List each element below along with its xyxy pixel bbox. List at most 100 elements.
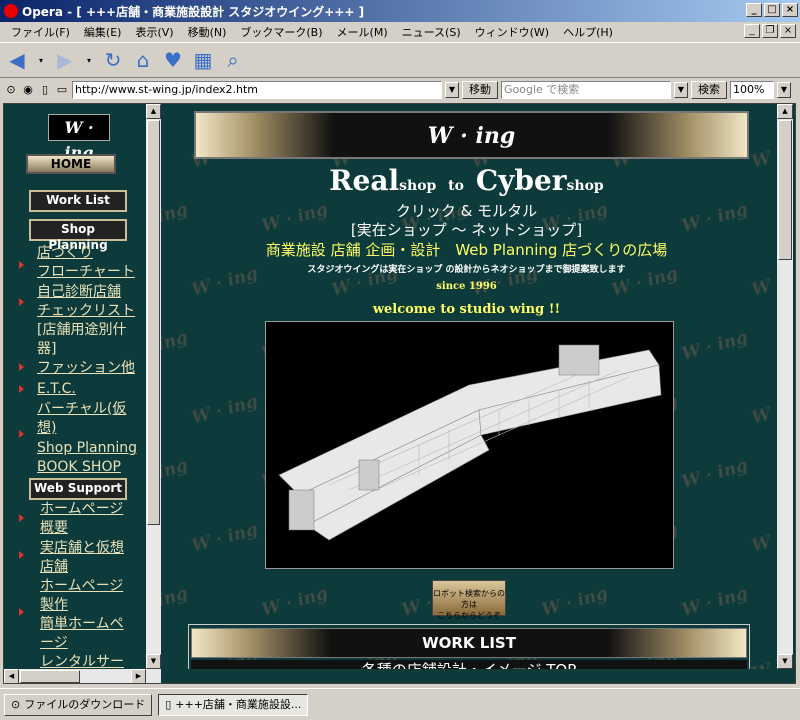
- watermark-logo: W · ing: [539, 583, 610, 621]
- menu-view[interactable]: 表示(V): [128, 24, 180, 40]
- page-tab[interactable]: ▯ +++店舗・商業施設設...: [158, 693, 309, 716]
- watermark-logo: W · ing: [749, 392, 772, 429]
- watermark-logo: W · ing: [189, 391, 260, 429]
- page-viewport: W · ing HOME Work List Shop Planning 店づく…: [3, 103, 796, 684]
- bullet-icon: [19, 514, 24, 522]
- menu-help[interactable]: ヘルプ(H): [556, 24, 620, 40]
- home-button[interactable]: HOME: [26, 154, 116, 174]
- since-text: since 1996: [436, 281, 497, 292]
- scroll-thumb[interactable]: [778, 120, 792, 260]
- watermark-logo: W · ing: [189, 519, 260, 557]
- search-icon[interactable]: ⌕: [222, 48, 244, 72]
- menu-window[interactable]: ウィンドウ(W): [468, 24, 556, 40]
- bullet-icon: [19, 363, 24, 371]
- sidebar-scrollbar[interactable]: ▲ ▼: [146, 104, 161, 669]
- zoom-select[interactable]: 100%: [730, 81, 774, 99]
- menu-news[interactable]: ニュース(S): [395, 24, 468, 40]
- sidebar-link-etc[interactable]: E.T.C.: [37, 380, 145, 399]
- worklist-section: WORK LIST 各種の店舗設計・イメージ TOP: [188, 624, 750, 669]
- sidebar-link-virtual[interactable]: バーチャル(仮 想): [37, 400, 145, 438]
- worklist-banner: WORK LIST: [191, 628, 747, 658]
- hscroll-thumb[interactable]: [20, 670, 80, 683]
- window-titlebar: Opera - [ +++店舗・商業施設設計 スタジオウイング+++ ] _ □…: [0, 0, 800, 22]
- header-logo: W · ing: [427, 123, 516, 149]
- printer-icon[interactable]: ▭: [55, 83, 69, 97]
- sidebar-link-fashion[interactable]: ファッション他: [37, 359, 145, 378]
- search-dropdown-icon[interactable]: ▼: [674, 82, 688, 98]
- security-icon[interactable]: ⊙: [4, 83, 18, 97]
- bullet-icon: [19, 551, 24, 559]
- address-bar: ⊙ ◉ ▯ ▭ http://www.st-wing.jp/index2.htm…: [0, 79, 800, 101]
- bullet-icon: [19, 298, 24, 306]
- scroll-right-icon[interactable]: ▶: [131, 669, 146, 683]
- watermark-logo: W · ing: [161, 583, 190, 621]
- tagline-real-net: [実在ショップ ～ ネットショップ]: [350, 221, 583, 239]
- web-support-button[interactable]: Web Support: [29, 478, 127, 500]
- minimize-button[interactable]: _: [746, 3, 762, 17]
- watermark-logo: W · ing: [259, 583, 330, 621]
- bullet-icon: [19, 430, 24, 438]
- watermark-logo: W · ing: [161, 327, 190, 365]
- sidebar-link-hp-production[interactable]: 実店舗と仮想 店舗 ホームページ 製作: [40, 539, 146, 615]
- sidebar-link-flowchart[interactable]: 店づくり フローチャート: [37, 244, 145, 282]
- maximize-button[interactable]: □: [764, 3, 780, 17]
- scroll-down-icon[interactable]: ▼: [777, 654, 793, 669]
- isometric-shop-drawing: [278, 344, 662, 541]
- hotlist-icon[interactable]: ♥: [162, 48, 184, 72]
- forward-dropdown-icon[interactable]: ▾: [84, 56, 94, 65]
- download-icon: ⊙: [11, 697, 21, 711]
- scroll-thumb[interactable]: [147, 120, 160, 525]
- url-dropdown-icon[interactable]: ▼: [445, 82, 459, 98]
- menu-file[interactable]: ファイル(F): [4, 24, 77, 40]
- main-frame: W · ing W · ing W · ing W · ing W · ing W · i…: [161, 104, 772, 669]
- go-button[interactable]: 移動: [462, 81, 498, 99]
- menu-navigate[interactable]: 移動(N): [181, 24, 234, 40]
- watermark-logo: W · ing: [749, 520, 772, 557]
- mdi-close-button[interactable]: ×: [780, 24, 796, 38]
- close-button[interactable]: ×: [782, 3, 798, 17]
- zoom-dropdown-icon[interactable]: ▼: [777, 82, 791, 98]
- scroll-up-icon[interactable]: ▲: [777, 104, 793, 119]
- home-icon[interactable]: ⌂: [132, 48, 154, 72]
- mdi-restore-button[interactable]: ❐: [762, 24, 778, 38]
- navigation-toolbar: ◀ ▾ ▶ ▾ ↻ ⌂ ♥ ▦ ⌕: [0, 42, 800, 78]
- main-scrollbar[interactable]: ▲ ▼: [777, 104, 793, 669]
- menu-mail[interactable]: メール(M): [330, 24, 395, 40]
- camera-icon[interactable]: ◉: [21, 83, 35, 97]
- status-bar: ⊙ ファイルのダウンロード ▯ +++店舗・商業施設設...: [0, 688, 800, 720]
- scroll-down-icon[interactable]: ▼: [146, 654, 161, 669]
- scroll-up-icon[interactable]: ▲: [146, 104, 161, 119]
- download-tab[interactable]: ⊙ ファイルのダウンロード: [4, 693, 153, 716]
- page-icon[interactable]: ▯: [38, 83, 52, 97]
- sidebar-link-checklist[interactable]: 自己診断店舗 チェックリスト: [37, 283, 145, 321]
- print-icon[interactable]: ▦: [192, 48, 214, 72]
- mdi-minimize-button[interactable]: _: [744, 24, 760, 38]
- sidebar-link-bookshop[interactable]: Shop Planning BOOK SHOP: [37, 439, 145, 477]
- scroll-left-icon[interactable]: ◀: [4, 669, 19, 683]
- url-input[interactable]: http://www.st-wing.jp/index2.htm: [72, 81, 442, 99]
- robot-search-button[interactable]: ロボット検索からの方は こちらからどうぞ: [432, 580, 506, 620]
- shop-planning-button[interactable]: Shop Planning: [29, 219, 127, 252]
- tagline-real-cyber: Realshop to Cybershop: [329, 164, 604, 197]
- worklist-top-link[interactable]: 各種の店舗設計・イメージ TOP: [191, 660, 747, 669]
- worklist-title: WORK LIST: [422, 634, 516, 652]
- menu-edit[interactable]: 編集(E): [77, 24, 129, 40]
- side-logo[interactable]: W · ing: [48, 114, 110, 162]
- menu-bookmarks[interactable]: ブックマーク(B): [233, 24, 329, 40]
- back-icon[interactable]: ◀: [6, 48, 28, 72]
- watermark-logo: W · ing: [679, 583, 750, 621]
- bullet-icon: [19, 608, 24, 616]
- sidebar-hscrollbar[interactable]: ◀ ▶: [4, 669, 161, 683]
- page-icon: ▯: [165, 697, 172, 711]
- forward-icon[interactable]: ▶: [54, 48, 76, 72]
- search-input[interactable]: Google で検索: [501, 81, 671, 99]
- sidebar-link-hp-overview[interactable]: ホームページ 概要: [40, 500, 146, 538]
- welcome-text: welcome to studio wing !!: [372, 302, 561, 317]
- watermark-logo: W · ing: [750, 648, 772, 669]
- reload-icon[interactable]: ↻: [102, 48, 124, 72]
- search-button[interactable]: 検索: [691, 81, 727, 99]
- sidebar-link-rental[interactable]: 簡単ホームペ ージ レンタルサー: [40, 615, 146, 669]
- back-dropdown-icon[interactable]: ▾: [36, 56, 46, 65]
- work-list-button[interactable]: Work List: [29, 190, 127, 212]
- watermark-logo: W · ing: [161, 455, 190, 493]
